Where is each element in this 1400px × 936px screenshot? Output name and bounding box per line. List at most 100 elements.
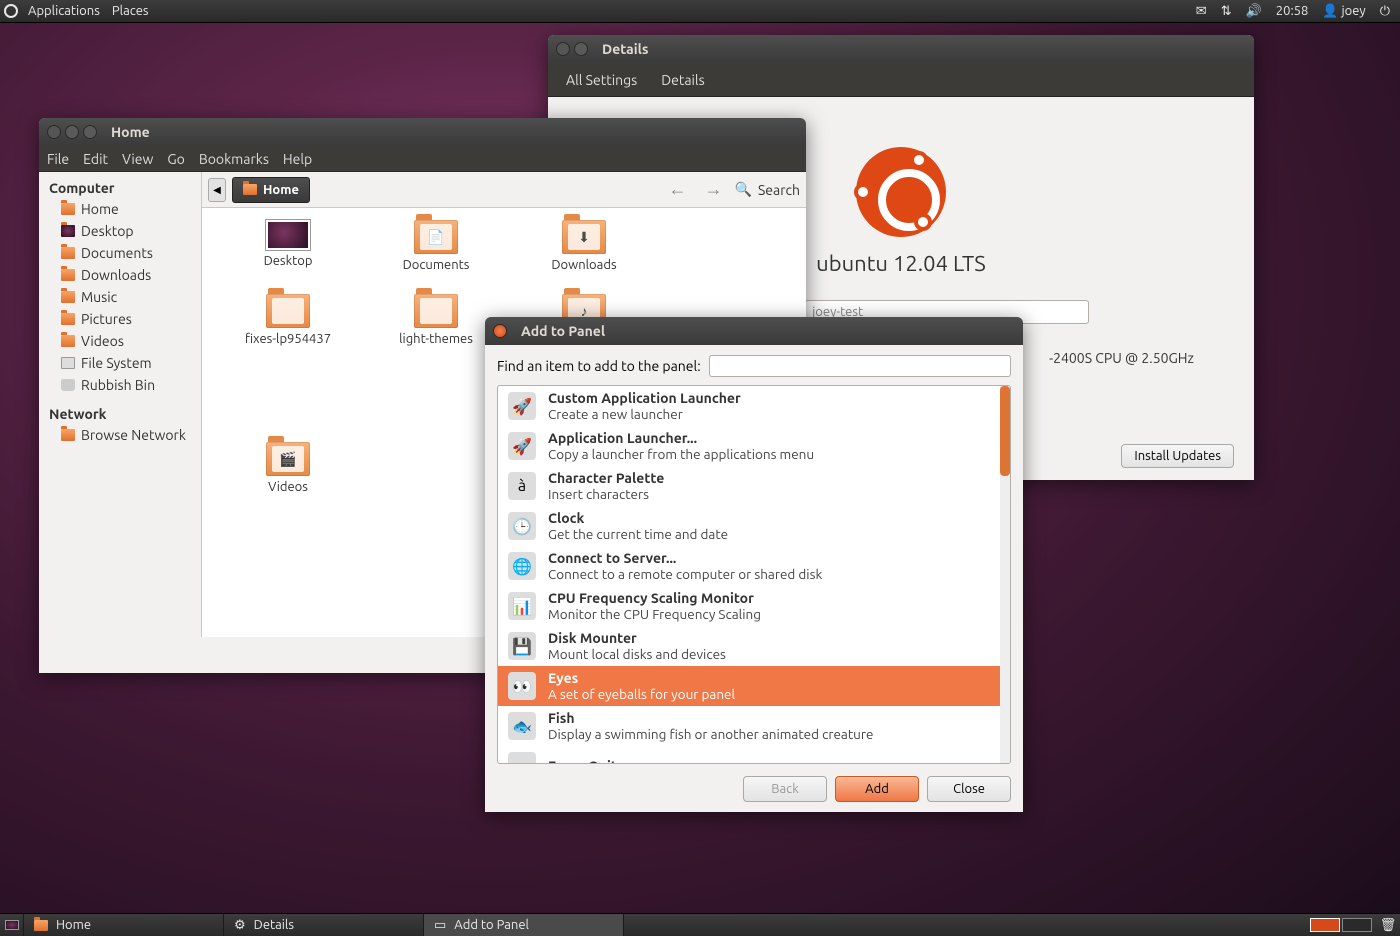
sidebar: Computer Home Desktop Documents Download… (39, 172, 202, 637)
top-panel: Applications Places ✉ ⇅ 🔊 20:58 👤 joey ⏻ (0, 0, 1400, 23)
folder-icon (61, 269, 75, 281)
panel-item[interactable]: 👀EyesA set of eyeballs for your panel (498, 666, 1010, 706)
add-button[interactable]: Add (835, 776, 919, 802)
sidebar-item-filesystem[interactable]: File System (39, 352, 201, 374)
sidebar-item-videos[interactable]: Videos (39, 330, 201, 352)
minimize-icon[interactable] (574, 42, 588, 56)
scrollbar[interactable] (1000, 386, 1010, 763)
menu-bookmarks[interactable]: Bookmarks (199, 151, 269, 167)
close-button[interactable]: Close (927, 776, 1011, 802)
folder-icon (34, 920, 48, 931)
panel-item[interactable]: 💾Disk MounterMount local disks and devic… (498, 626, 1010, 666)
forward-button[interactable]: → (699, 179, 729, 200)
task-details[interactable]: ⚙ Details (224, 914, 424, 936)
task-addpanel[interactable]: ▭ Add to Panel (424, 914, 624, 936)
workspace-1[interactable] (1310, 918, 1340, 932)
path-home-button[interactable]: Home (232, 177, 310, 203)
folder-icon (266, 294, 310, 328)
power-icon[interactable]: ⏻ (1380, 4, 1390, 19)
panel-item[interactable]: 🐟FishDisplay a swimming fish or another … (498, 706, 1010, 746)
install-updates-button[interactable]: Install Updates (1121, 444, 1234, 468)
workspace-switcher[interactable] (1306, 916, 1376, 934)
file-item[interactable]: Desktop (214, 220, 362, 294)
panel-item[interactable]: 🚀Custom Application LauncherCreate a new… (498, 386, 1010, 426)
sidebar-item-documents[interactable]: Documents (39, 242, 201, 264)
cpu-info: -2400S CPU @ 2.50GHz (1049, 350, 1194, 366)
menu-edit[interactable]: Edit (83, 151, 108, 167)
close-icon[interactable] (47, 125, 61, 139)
sidebar-item-rubbish[interactable]: Rubbish Bin (39, 374, 201, 396)
panel-item-desc: Copy a launcher from the applications me… (548, 446, 814, 462)
panel-item-desc: Display a swimming fish or another anima… (548, 726, 873, 742)
menu-help[interactable]: Help (283, 151, 312, 167)
close-icon[interactable] (493, 324, 507, 338)
panel-item[interactable]: àCharacter PaletteInsert characters (498, 466, 1010, 506)
applications-menu[interactable]: Applications (22, 4, 106, 18)
panel-item-desc: Get the current time and date (548, 526, 728, 542)
panel-item-icon: 💾 (508, 632, 536, 660)
minimize-icon[interactable] (65, 125, 79, 139)
places-menu[interactable]: Places (106, 4, 155, 18)
panel-item-icon: 🚀 (508, 432, 536, 460)
workspace-2[interactable] (1342, 918, 1372, 932)
panel-item[interactable]: 📊CPU Frequency Scaling MonitorMonitor th… (498, 586, 1010, 626)
search-icon: 🔍 (735, 181, 752, 198)
sidebar-item-browse-network[interactable]: Browse Network (39, 424, 201, 446)
home-titlebar[interactable]: Home (39, 118, 806, 146)
panel-item-icon: 🚀 (508, 392, 536, 420)
user-menu[interactable]: 👤 joey (1322, 4, 1365, 19)
panel-item[interactable]: 🌐Connect to Server...Connect to a remote… (498, 546, 1010, 586)
folder-icon (61, 313, 75, 325)
panel-item[interactable]: 🕒 ClockGet the current time and date (498, 506, 1010, 546)
menu-file[interactable]: File (47, 151, 69, 167)
file-item[interactable]: 📄 Documents (362, 220, 510, 294)
panel-item[interactable]: 🚀 Application Launcher...Copy a launcher … (498, 426, 1010, 466)
close-icon[interactable] (556, 42, 570, 56)
disk-icon (61, 357, 75, 369)
bc-details[interactable]: Details (653, 68, 712, 92)
sidebar-item-music[interactable]: Music (39, 286, 201, 308)
mail-icon[interactable]: ✉ (1196, 4, 1207, 19)
folder-icon (61, 429, 75, 441)
file-item[interactable]: 🎬 Videos (214, 442, 362, 516)
menu-view[interactable]: View (122, 151, 153, 167)
network-icon[interactable]: ⇅ (1221, 4, 1232, 19)
sidebar-item-desktop[interactable]: Desktop (39, 220, 201, 242)
sidebar-item-pictures[interactable]: Pictures (39, 308, 201, 330)
file-item[interactable]: ⬇ Downloads (510, 220, 658, 294)
details-titlebar[interactable]: Details (548, 35, 1254, 63)
ubuntu-logo-icon[interactable] (4, 4, 18, 18)
panel-item-icon: 🕒 (508, 512, 536, 540)
maximize-icon[interactable] (83, 125, 97, 139)
menu-go[interactable]: Go (167, 151, 184, 167)
addpanel-titlebar[interactable]: Add to Panel (485, 317, 1023, 345)
trash-button[interactable]: 🗑 (1376, 918, 1400, 933)
file-item[interactable]: fixes-lp954437 (214, 294, 362, 368)
panel-item-title: Force Quit (548, 758, 617, 764)
sidebar-item-home[interactable]: Home (39, 198, 201, 220)
folder-icon (243, 184, 257, 195)
volume-icon[interactable]: 🔊 (1246, 4, 1262, 19)
bc-all-settings[interactable]: All Settings (558, 68, 645, 92)
sidebar-item-downloads[interactable]: Downloads (39, 264, 201, 286)
sidebar-toggle[interactable]: ◀ (208, 178, 226, 202)
panel-item-icon: à (508, 472, 536, 500)
search-button[interactable]: 🔍 Search (735, 181, 801, 198)
trash-icon (61, 379, 75, 391)
panel-item-icon: 📊 (508, 592, 536, 620)
panel-item-title: Character Palette (548, 470, 664, 486)
panel-item-title: Clock (548, 510, 728, 526)
find-input[interactable] (709, 355, 1011, 377)
task-home[interactable]: Home (24, 914, 224, 936)
panel-item-desc: A set of eyeballs for your panel (548, 686, 735, 702)
back-button[interactable]: ← (663, 179, 693, 200)
home-menubar: File Edit View Go Bookmarks Help (39, 146, 806, 172)
panel-icon: ▭ (434, 918, 446, 933)
clock[interactable]: 20:58 (1276, 4, 1309, 18)
show-desktop-button[interactable] (0, 914, 24, 936)
panel-item-title: Application Launcher... (548, 430, 814, 446)
panel-item-title: Disk Mounter (548, 630, 726, 646)
panel-item-desc: Connect to a remote computer or shared d… (548, 566, 822, 582)
panel-item[interactable]: Force Quit (498, 746, 1010, 764)
back-button[interactable]: Back (743, 776, 827, 802)
